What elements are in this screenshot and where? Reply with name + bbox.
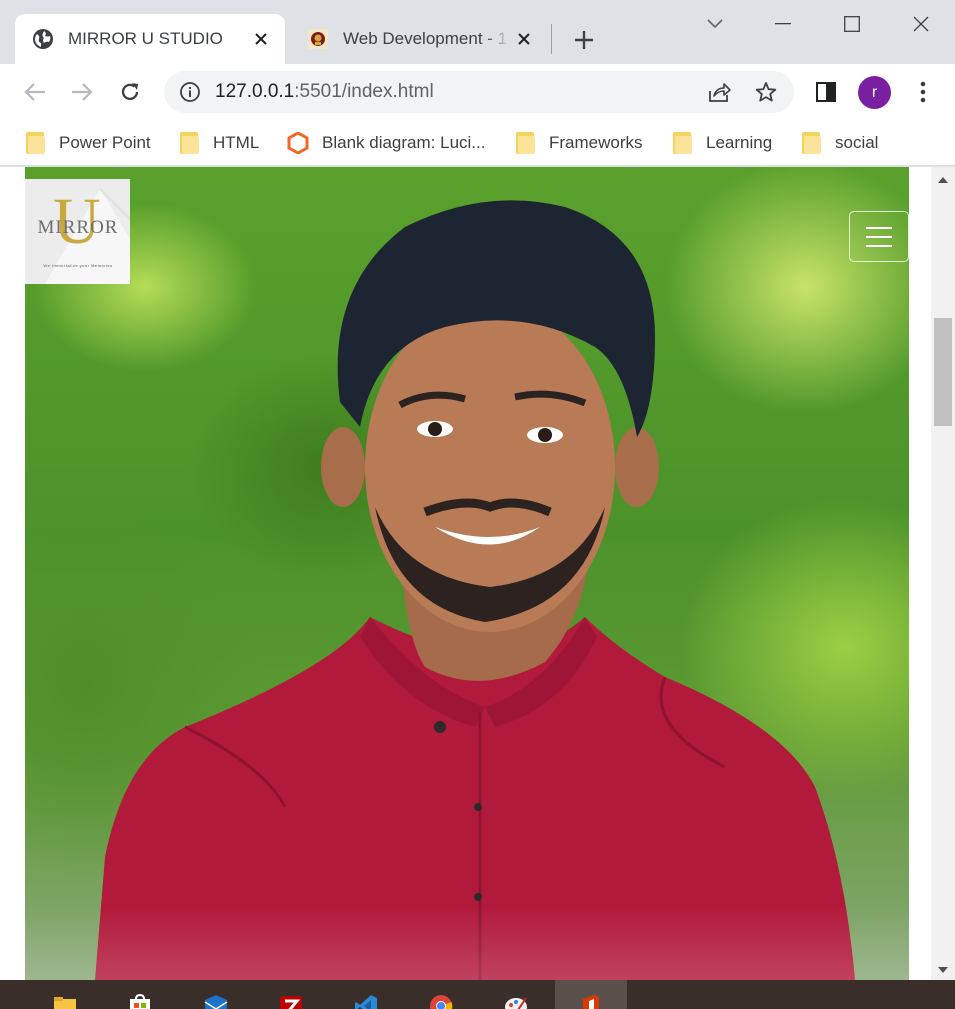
tab-search-button[interactable] xyxy=(692,6,738,42)
microsoft-store-icon xyxy=(130,994,150,1009)
filezilla-icon xyxy=(280,996,302,1009)
tab-strip: MIRROR U STUDIO Web Development - 1 xyxy=(0,0,955,64)
bookmark-power-point[interactable]: Power Point xyxy=(26,128,151,158)
bookmark-label: Learning xyxy=(706,133,773,152)
tab-mirror-u-studio[interactable]: MIRROR U STUDIO xyxy=(15,14,285,64)
folder-icon xyxy=(802,132,821,154)
url-host: 127.0.0.1 xyxy=(215,81,295,102)
profile-avatar[interactable]: r xyxy=(858,76,891,109)
folder-icon xyxy=(26,132,45,154)
bookmark-html[interactable]: HTML xyxy=(180,128,259,158)
site-info-icon[interactable] xyxy=(176,78,204,106)
bookmark-learning[interactable]: Learning xyxy=(673,128,772,158)
folder-icon xyxy=(180,132,199,154)
paint-icon xyxy=(505,997,527,1009)
taskbar-paint[interactable] xyxy=(485,980,545,1009)
logo-tagline: We Immortalize your Memories xyxy=(43,263,113,268)
new-tab-button[interactable] xyxy=(566,22,602,58)
share-icon[interactable] xyxy=(704,78,734,106)
taskbar-chrome[interactable] xyxy=(410,980,470,1009)
page-scrollbar[interactable] xyxy=(931,167,955,980)
scrollbar-thumb[interactable] xyxy=(934,318,952,426)
windows-taskbar xyxy=(0,980,955,1009)
maximize-button[interactable] xyxy=(829,6,875,42)
more-menu-icon[interactable] xyxy=(905,74,941,110)
tab-title: MIRROR U STUDIO xyxy=(68,29,223,48)
side-panel-button[interactable] xyxy=(808,74,844,110)
taskbar-filezilla[interactable] xyxy=(260,980,320,1009)
portrait-figure xyxy=(25,200,909,980)
bookmark-social[interactable]: social xyxy=(802,128,878,158)
globe-icon xyxy=(32,28,54,50)
browser-toolbar: 127.0.0.1:5501/index.html r xyxy=(0,64,955,120)
taskbar-vscode[interactable] xyxy=(335,980,395,1009)
lucidchart-icon xyxy=(287,132,309,154)
hamburger-menu-icon[interactable] xyxy=(849,211,909,262)
bookmark-star-icon[interactable] xyxy=(751,78,781,106)
bookmark-label: Frameworks xyxy=(549,133,643,152)
close-window-button[interactable] xyxy=(898,6,944,42)
taskbar-mail[interactable] xyxy=(185,980,245,1009)
bookmark-lucidchart[interactable]: Blank diagram: Luci... xyxy=(287,128,485,158)
bookmark-label: social xyxy=(835,133,879,152)
bookmarks-bar: Power Point HTML Blank diagram: Luci... … xyxy=(0,120,955,166)
taskbar-file-explorer[interactable] xyxy=(34,980,94,1009)
file-explorer-icon xyxy=(54,997,76,1009)
bookmark-label: Blank diagram: Luci... xyxy=(322,133,486,152)
tab-title: Web Development - 1 xyxy=(343,29,508,48)
office-icon xyxy=(583,995,599,1009)
chrome-icon xyxy=(430,995,453,1009)
taskbar-store[interactable] xyxy=(109,980,169,1009)
minimize-button[interactable] xyxy=(760,6,806,42)
scroll-up-arrow-icon[interactable] xyxy=(931,171,955,189)
mail-icon xyxy=(204,995,228,1009)
bookmark-label: Power Point xyxy=(59,133,151,152)
address-bar[interactable]: 127.0.0.1:5501/index.html xyxy=(164,71,794,113)
taskbar-office[interactable] xyxy=(555,980,627,1009)
site-logo[interactable]: U MIRROR We Immortalize your Memories xyxy=(25,179,130,284)
tab-separator xyxy=(551,24,552,54)
reload-button[interactable] xyxy=(112,74,148,110)
close-tab-icon[interactable] xyxy=(510,25,538,53)
bookmark-label: HTML xyxy=(213,133,260,152)
back-button[interactable] xyxy=(17,74,53,110)
forward-button[interactable] xyxy=(64,74,100,110)
page-viewport: U MIRROR We Immortalize your Memories xyxy=(0,167,955,980)
close-tab-icon[interactable] xyxy=(247,25,275,53)
scroll-down-arrow-icon[interactable] xyxy=(931,963,955,977)
url-text[interactable]: 127.0.0.1:5501/index.html xyxy=(215,71,434,113)
university-crest-icon xyxy=(307,28,329,50)
tab-web-development[interactable]: Web Development - 1 xyxy=(290,14,548,64)
folder-icon xyxy=(516,132,535,154)
logo-word: MIRROR xyxy=(37,217,119,238)
bookmark-frameworks[interactable]: Frameworks xyxy=(516,128,643,158)
folder-icon xyxy=(673,132,692,154)
hero-portrait-photo xyxy=(25,167,909,980)
vscode-icon xyxy=(355,995,377,1009)
url-path: :5501/index.html xyxy=(294,81,434,102)
